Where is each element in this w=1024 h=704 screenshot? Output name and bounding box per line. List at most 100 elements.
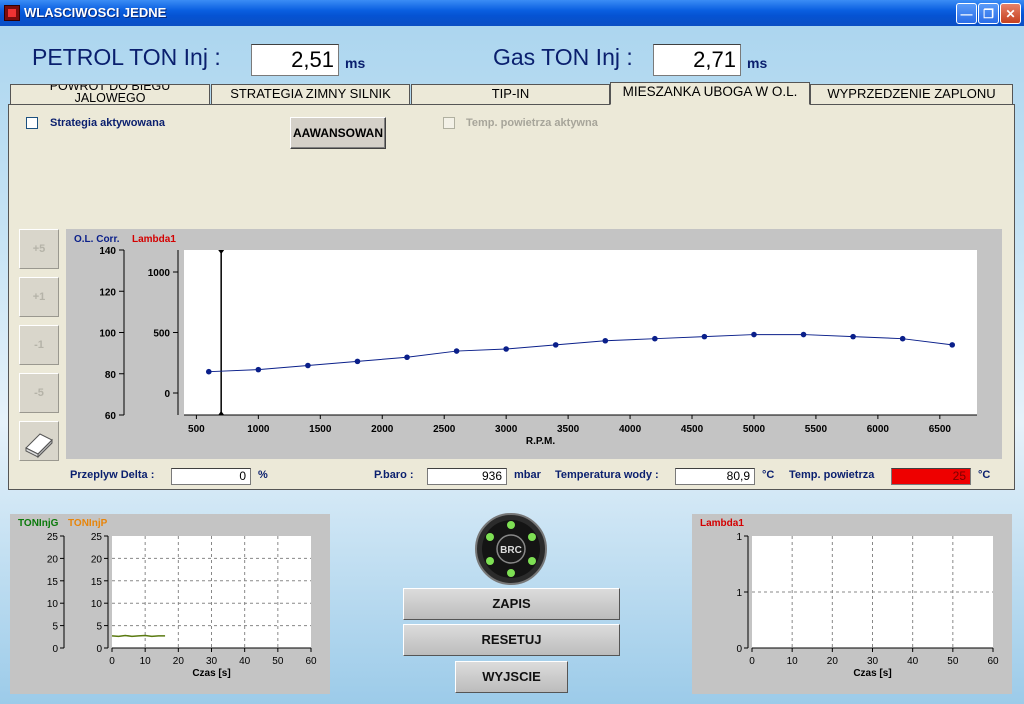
y-tick-label: 0 (736, 644, 742, 655)
x-axis-tick-label: 2500 (433, 424, 456, 435)
wyjscie-button[interactable]: WYJSCIE (455, 661, 568, 693)
x-axis-label: R.P.M. (526, 436, 555, 447)
x-tick-label: 10 (140, 656, 152, 667)
pbaro-label: P.baro : (374, 469, 414, 481)
temp-pow-unit: °C (978, 469, 991, 481)
y-tick-label: 25 (91, 532, 103, 543)
resetuj-button[interactable]: RESETUJ (403, 624, 620, 656)
app-icon (4, 5, 20, 21)
minimize-button[interactable]: — (956, 3, 977, 24)
petrol-ton-value: 2,51 (251, 44, 339, 76)
petrol-ton-unit: ms (345, 55, 366, 71)
y-tick-label: 25 (47, 532, 59, 543)
temp-air-label: Temp. powietrza aktywna (466, 117, 598, 129)
legend-entry: TONInjG (18, 518, 59, 529)
legend-entry: TONInjP (68, 518, 108, 529)
gas-ton-value: 2,71 (653, 44, 741, 76)
title-bar: WLASCIWOSCI JEDNE — ❐ ✕ (0, 0, 1024, 26)
x-axis-label: Czas [s] (853, 668, 891, 679)
x-axis-tick-label: 6500 (929, 424, 952, 435)
y-tick-label: 0 (52, 644, 58, 655)
tab-strategia-zimny-silnik[interactable]: STRATEGIA ZIMNY SILNIK (211, 84, 410, 104)
legend-entry: Lambda1 (700, 518, 744, 529)
tab-tip-in[interactable]: TIP-IN (411, 84, 610, 104)
lambda-chart: 0 10 20 30 40 50 60 Czas [s] 0 1 1 Lambda1 (692, 514, 1012, 694)
close-button[interactable]: ✕ (1000, 3, 1021, 24)
x-tick-label: 50 (947, 656, 959, 667)
ton-inj-chart-svg: 0 10 20 30 40 50 60 Czas [s] 0 5 10 15 20 25 0 5 10 15 20 2… (18, 518, 317, 679)
lambda-chart-svg: 0 10 20 30 40 50 60 Czas [s] 0 1 1 Lambda1 (700, 518, 999, 679)
x-tick-label: 50 (272, 656, 284, 667)
przeplyw-value: 0 (171, 468, 251, 485)
advanced-button[interactable]: AAWANSOWAN (290, 117, 386, 149)
x-tick-label: 40 (907, 656, 919, 667)
y-tick-label: 20 (91, 554, 103, 565)
temp-air-checkbox[interactable] (443, 117, 455, 129)
tab-wyprzedzenie-zaplonu[interactable]: WYPRZEDZENIE ZAPLONU (810, 84, 1013, 104)
ol-corr-point (305, 362, 311, 369)
petrol-ton-label: PETROL TON Inj : (32, 44, 221, 70)
brc-logo: BRC (474, 512, 548, 586)
x-tick-label: 10 (787, 656, 799, 667)
minimize-icon: — (960, 6, 973, 21)
ol-corr-point (949, 342, 956, 348)
temp-wody-value: 80,9 (675, 468, 755, 485)
ol-corr-point (850, 333, 856, 340)
ol-corr-point (751, 331, 757, 338)
x-tick-label: 30 (206, 656, 218, 667)
right-axis-tick-label: 0 (164, 389, 170, 400)
ol-corr-point (800, 331, 807, 338)
x-tick-label: 60 (305, 656, 317, 667)
left-axis-tick-label: 100 (99, 329, 116, 340)
legend-lambda1: Lambda1 (132, 234, 176, 245)
window-title: WLASCIWOSCI JEDNE (24, 5, 167, 20)
ol-corr-point (899, 335, 906, 342)
minus1-button[interactable]: -1 (19, 325, 59, 365)
zapis-button[interactable]: ZAPIS (403, 588, 620, 620)
x-tick-label: 40 (239, 656, 251, 667)
tab-powrot-do-biegu[interactable]: POWROT DO BIEGU JALOWEGO (10, 84, 210, 104)
ol-corr-point (404, 354, 410, 361)
przeplyw-unit: % (258, 469, 268, 481)
x-axis-tick-label: 3000 (495, 424, 518, 435)
close-icon: ✕ (1005, 6, 1016, 21)
pbaro-unit: mbar (514, 469, 541, 481)
x-axis-tick-label: 2000 (371, 424, 394, 435)
ol-corr-point (552, 342, 559, 348)
left-axis-tick-label: 140 (99, 246, 116, 257)
x-axis-tick-label: 1000 (247, 424, 270, 435)
right-axis-tick-label: 500 (153, 329, 170, 340)
x-tick-label: 0 (749, 656, 755, 667)
legend-ol-corr: O.L. Corr. (74, 234, 120, 245)
ol-corr-point (255, 366, 262, 373)
ton-inj-chart: 0 10 20 30 40 50 60 Czas [s] 0 5 10 15 20 25 0 5 10 15 20 2… (10, 514, 330, 694)
minus5-button[interactable]: -5 (19, 373, 59, 413)
ol-correction-chart: O.L. Corr. Lambda1 60 80 100 120 140 0 500 1000 50… (66, 229, 1002, 459)
temp-wody-label: Temperatura wody : (555, 469, 659, 481)
y-tick-label: 0 (96, 644, 102, 655)
x-tick-label: 0 (109, 656, 115, 667)
strategy-label: Strategia aktywowana (50, 117, 165, 129)
tab-mieszanka-uboga[interactable]: MIESZANKA UBOGA W O.L. (610, 82, 810, 105)
gas-ton-label: Gas TON Inj : (493, 44, 633, 70)
przeplyw-label: Przeplyw Delta : (70, 469, 155, 481)
ol-corr-point (652, 335, 658, 342)
gas-ton-unit: ms (747, 55, 768, 71)
ol-corr-point (701, 333, 708, 340)
ol-corr-point (205, 368, 212, 375)
tab-label-line2: JALOWEGO (74, 91, 146, 104)
y-tick-label: 10 (91, 599, 103, 610)
left-axis-tick-label: 120 (99, 287, 116, 298)
eraser-button[interactable] (19, 421, 59, 461)
ton-inj-g-series-line (111, 634, 166, 638)
y-tick-label: 10 (47, 599, 59, 610)
plus1-button[interactable]: +1 (19, 277, 59, 317)
x-axis-tick-label: 5500 (805, 424, 828, 435)
x-tick-label: 60 (987, 656, 999, 667)
strategy-checkbox[interactable] (26, 117, 38, 129)
plus5-button[interactable]: +5 (19, 229, 59, 269)
x-tick-label: 20 (827, 656, 839, 667)
ol-correction-chart-svg: O.L. Corr. Lambda1 60 80 100 120 140 0 500 1000 50… (74, 234, 977, 447)
restore-button[interactable]: ❐ (978, 3, 999, 24)
x-axis-tick-label: 4500 (681, 424, 704, 435)
